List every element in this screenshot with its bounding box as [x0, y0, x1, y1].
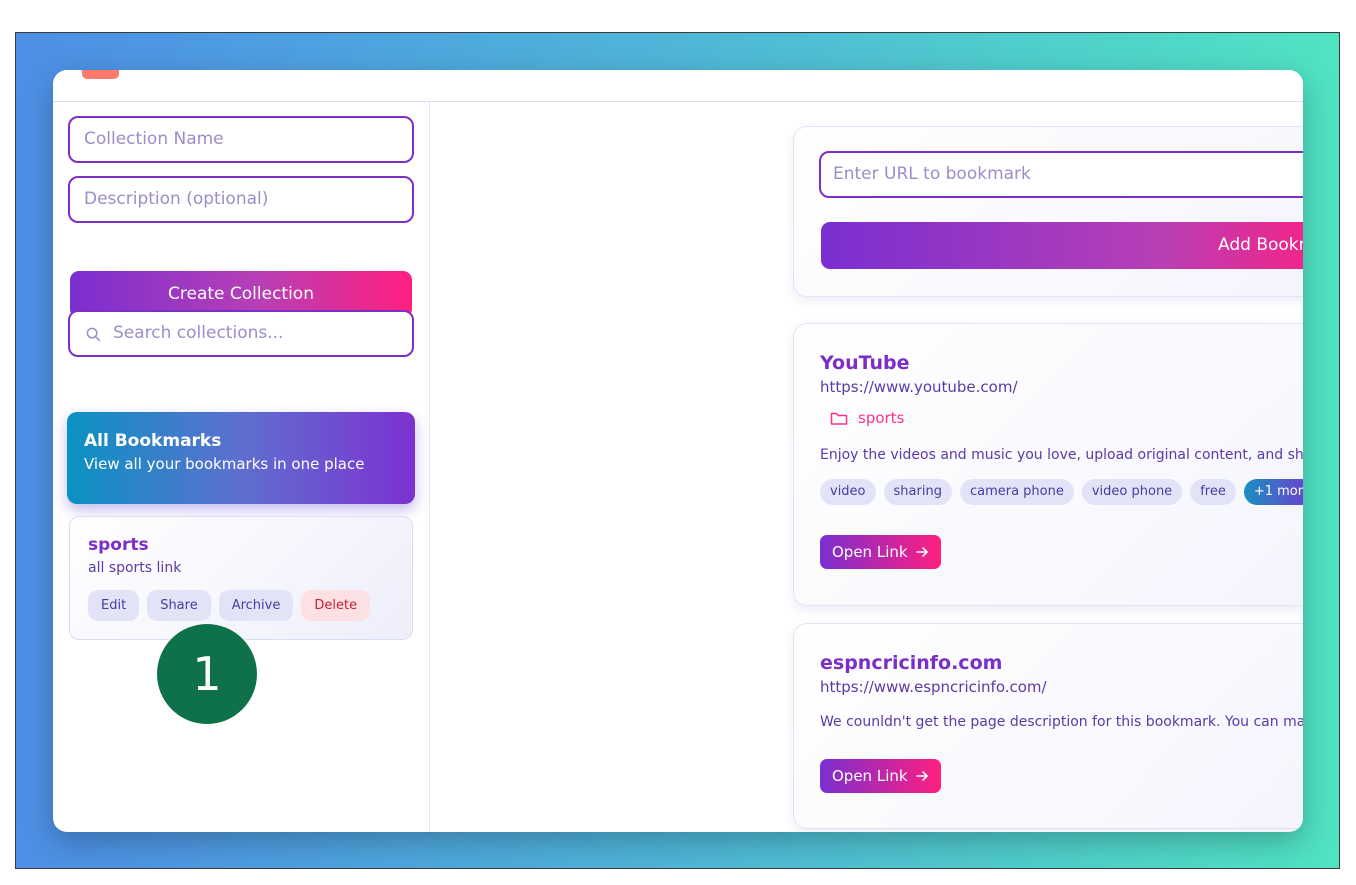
- screenshot-frame: ··· Collection Name Description (optiona…: [15, 32, 1340, 869]
- collection-card[interactable]: sports all sports link Edit Share Archiv…: [69, 516, 413, 640]
- step-number-badge: 1: [157, 624, 257, 724]
- bookmark-card: YouTube https://www.youtube.com/ sports …: [793, 323, 1303, 606]
- add-bookmark-button[interactable]: Add Bookmark: [821, 222, 1303, 269]
- tag[interactable]: camera phone: [959, 479, 1074, 505]
- collection-name-placeholder: Collection Name: [84, 129, 224, 149]
- arrow-right-icon: [915, 771, 928, 781]
- bookmark-collection-label: sports: [858, 409, 905, 427]
- tag[interactable]: video phone: [1081, 479, 1183, 505]
- tag[interactable]: sharing: [883, 479, 952, 505]
- arrow-right-icon: [915, 547, 928, 557]
- open-link-button[interactable]: Open Link: [820, 535, 941, 569]
- bookmark-title[interactable]: YouTube: [820, 352, 1303, 374]
- search-icon: [86, 327, 101, 342]
- share-button[interactable]: Share: [147, 590, 211, 621]
- tag[interactable]: free: [1190, 479, 1236, 505]
- all-bookmarks-description: View all your bookmarks in one place: [84, 455, 365, 473]
- url-input[interactable]: Enter URL to bookmark: [819, 151, 1303, 198]
- collection-name: sports: [88, 535, 149, 555]
- search-collections-input[interactable]: Search collections...: [68, 310, 414, 357]
- bookmark-url[interactable]: https://www.youtube.com/: [820, 378, 1303, 396]
- search-placeholder: Search collections...: [113, 323, 284, 343]
- collection-description-input[interactable]: Description (optional): [68, 176, 414, 223]
- top-bar: ···: [53, 70, 1303, 102]
- folder-icon: [830, 412, 848, 425]
- archive-button[interactable]: Archive: [218, 590, 294, 621]
- open-link-label: Open Link: [832, 543, 908, 561]
- collection-description: all sports link: [88, 560, 182, 576]
- tag[interactable]: video: [820, 479, 876, 505]
- bookmark-description: We counldn't get the page description fo…: [820, 714, 1303, 730]
- logo-icon[interactable]: ···: [82, 70, 119, 79]
- collection-actions: Edit Share Archive Delete: [88, 590, 371, 621]
- more-tags-badge[interactable]: +1 more: [1243, 479, 1303, 505]
- bookmark-title[interactable]: espncricinfo.com: [820, 652, 1303, 674]
- all-bookmarks-card[interactable]: All Bookmarks View all your bookmarks in…: [67, 412, 415, 504]
- open-link-button[interactable]: Open Link: [820, 759, 941, 793]
- all-bookmarks-title: All Bookmarks: [84, 431, 222, 451]
- collection-description-placeholder: Description (optional): [84, 189, 269, 209]
- app-window: ··· Collection Name Description (optiona…: [53, 70, 1303, 832]
- edit-button[interactable]: Edit: [88, 590, 140, 621]
- tag-list: video sharing camera phone video phone f…: [820, 479, 1303, 505]
- bookmark-url[interactable]: https://www.espncricinfo.com/: [820, 678, 1303, 696]
- collection-name-input[interactable]: Collection Name: [68, 116, 414, 163]
- bookmark-card: espncricinfo.com https://www.espncricinf…: [793, 623, 1303, 829]
- url-placeholder: Enter URL to bookmark: [833, 164, 1031, 184]
- open-link-label: Open Link: [832, 767, 908, 785]
- bookmark-description: Enjoy the videos and music you love, upl…: [820, 447, 1303, 463]
- bookmark-collection[interactable]: sports: [830, 409, 1303, 427]
- add-bookmark-card: Enter URL to bookmark Add Bookmark: [793, 126, 1303, 297]
- delete-button[interactable]: Delete: [301, 590, 371, 621]
- sidebar: Collection Name Description (optional) C…: [53, 102, 430, 832]
